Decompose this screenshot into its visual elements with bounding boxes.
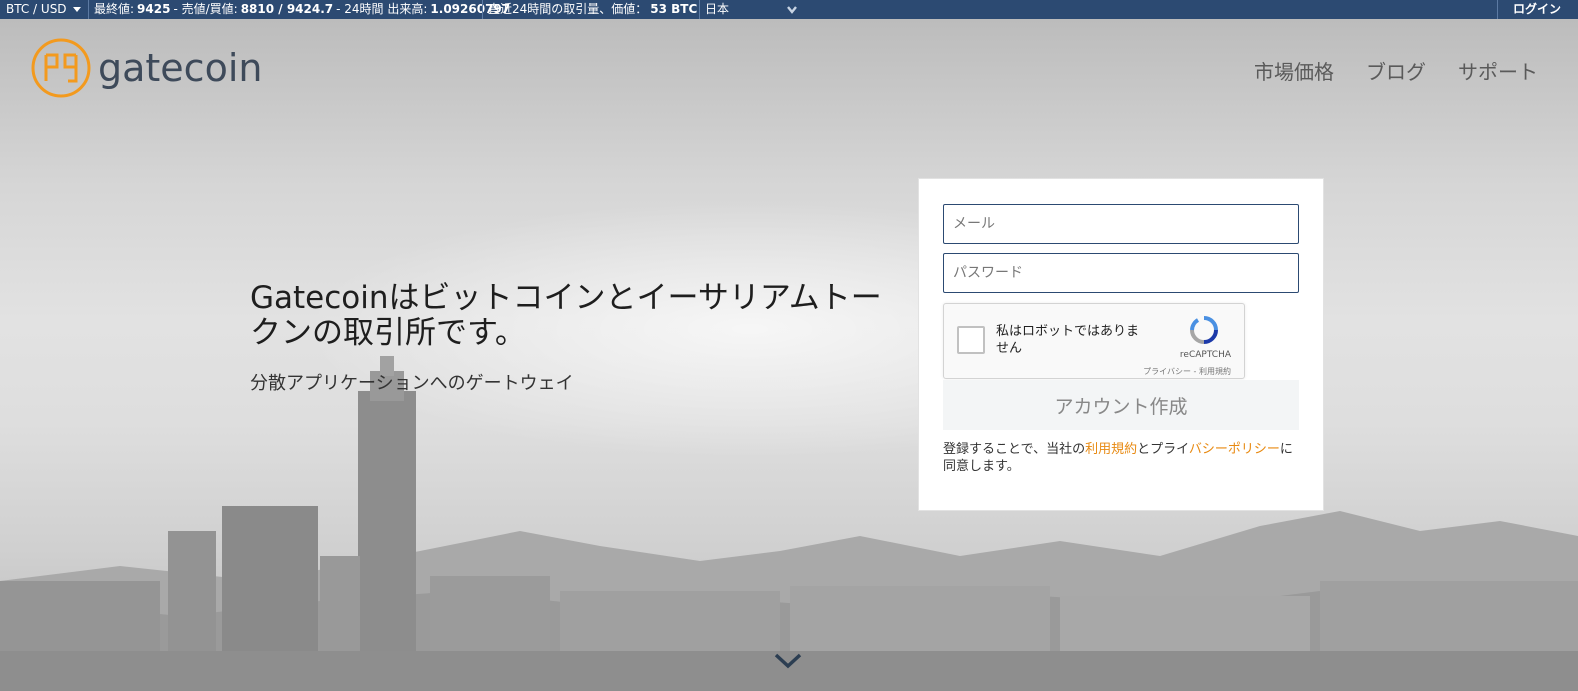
ticker-prices: 最終値: 9425 - 売値/買値: 8810 / 9424.7 - 24時間 … [94,0,513,19]
nav-item-blog[interactable]: ブログ [1366,56,1426,85]
gatecoin-logo[interactable]: gatecoin [30,37,262,99]
nav-item-market-prices[interactable]: 市場価格 [1254,56,1334,85]
ticker-divider [482,0,483,19]
hero-headline: Gatecoinはビットコインとイーサリアムトークンの取引所です。 [250,280,882,351]
currency-pair-selector[interactable]: BTC / USD [6,0,81,19]
recaptcha-label: 私はロボットではありません [996,324,1140,356]
language-selector[interactable]: 日本 [705,0,729,19]
main-nav: 市場価格 ブログ サポート [1254,56,1538,85]
hero-section: gatecoin 市場価格 ブログ サポート Gatecoinはビットコインとイ… [0,19,1578,691]
caret-down-icon [72,7,81,12]
market-ticker-bar: BTC / USD 最終値: 9425 - 売値/買値: 8810 / 9424… [0,0,1578,19]
bid-ask-label: - 売値/買値: [173,2,238,16]
volume-label: - 24時間 出来高: [336,2,428,16]
nav-item-support[interactable]: サポート [1458,56,1538,85]
email-field[interactable] [943,204,1299,244]
login-link[interactable]: ログイン [1513,0,1561,19]
ticker-divider [699,0,700,19]
hero-subline: 分散アプリケーションへのゲートウェイ [250,373,574,394]
signup-card: 私はロボットではありません reCAPTCHA プライバシー - 利用規約 アカ… [918,178,1324,511]
recaptcha-icon [1190,316,1218,344]
currency-pair-label: BTC / USD [6,2,67,16]
recaptcha-widget: 私はロボットではありません reCAPTCHA プライバシー - 利用規約 [943,303,1245,379]
language-label: 日本 [705,2,730,16]
scroll-down-chevron-icon[interactable] [773,651,803,671]
gatecoin-logo-icon [31,38,91,98]
logo-wordmark: gatecoin [98,46,263,90]
bid-ask-value: 8810 / 9424.7 [240,2,334,16]
login-label: ログイン [1513,2,1562,16]
city-skyline-image [0,356,1578,691]
trades-value: 53 BTC [650,2,698,16]
ticker-divider [88,0,89,19]
last-price-label: 最終値: [94,2,135,16]
recaptcha-checkbox[interactable] [957,326,985,354]
chevron-down-icon[interactable] [786,4,798,16]
recaptcha-terms-link[interactable]: 利用規約 [1199,367,1231,376]
recaptcha-link-separator: - [1191,367,1199,376]
terms-mid: とプライ [1137,442,1189,457]
ticker-divider [1497,0,1498,19]
terms-of-use-link[interactable]: 利用規約 [1085,442,1137,457]
last-price-value: 9425 [137,2,171,16]
ticker-trades: 直近24時間の取引量、価値： 53 BTC [488,0,700,19]
create-account-button[interactable]: アカウント作成 [943,380,1299,430]
trades-label: 直近24時間の取引量、価値： [488,2,648,16]
privacy-policy-link[interactable]: バシーポリシー [1189,442,1280,457]
recaptcha-links: プライバシー - 利用規約 [1143,366,1231,377]
terms-notice: 登録することで、当社の利用規約とプライバシーポリシーに同意します。 [943,441,1303,475]
recaptcha-privacy-link[interactable]: プライバシー [1143,367,1191,376]
password-field[interactable] [943,253,1299,293]
terms-prefix: 登録することで、当社の [943,442,1086,457]
recaptcha-brand: reCAPTCHA [1179,350,1231,360]
